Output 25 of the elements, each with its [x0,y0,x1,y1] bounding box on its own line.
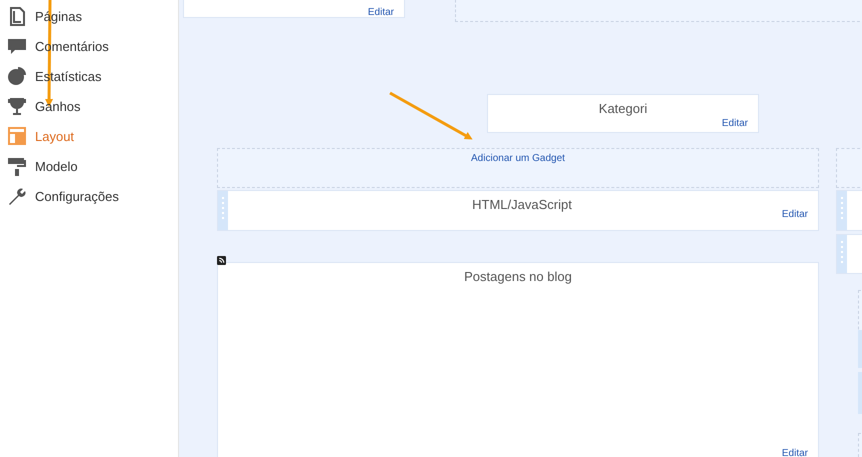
feed-icon[interactable] [217,256,226,265]
dots-icon [221,197,225,219]
sidebar-item[interactable]: Configurações [0,181,178,211]
gadget-title: Kategori [598,101,648,116]
dots-icon [840,241,844,263]
sidebar-item[interactable]: Modelo [0,151,178,181]
edit-link[interactable]: Editar [368,7,394,18]
speech-bubble-icon [7,36,27,56]
gadget-title: HTML/JavaScript [471,197,573,212]
edit-link[interactable]: Editar [782,448,808,457]
drag-handle[interactable] [218,191,228,230]
drag-handle[interactable] [837,191,847,230]
gadget-title: Postagens no blog [463,269,573,284]
page-icon [7,6,27,26]
paint-roller-icon [7,156,27,176]
edit-link[interactable]: Editar [782,209,808,220]
trophy-icon [7,96,27,116]
wrench-icon [7,186,27,206]
add-gadget-link[interactable]: Adicionar um Gadget [471,153,565,164]
dots-icon [840,197,844,219]
sidebar-item[interactable]: Ganhos [0,91,178,121]
pie-chart-icon [7,66,27,86]
layout-icon [7,126,27,146]
drag-handle[interactable] [837,235,847,273]
edit-link[interactable]: Editar [722,118,748,129]
